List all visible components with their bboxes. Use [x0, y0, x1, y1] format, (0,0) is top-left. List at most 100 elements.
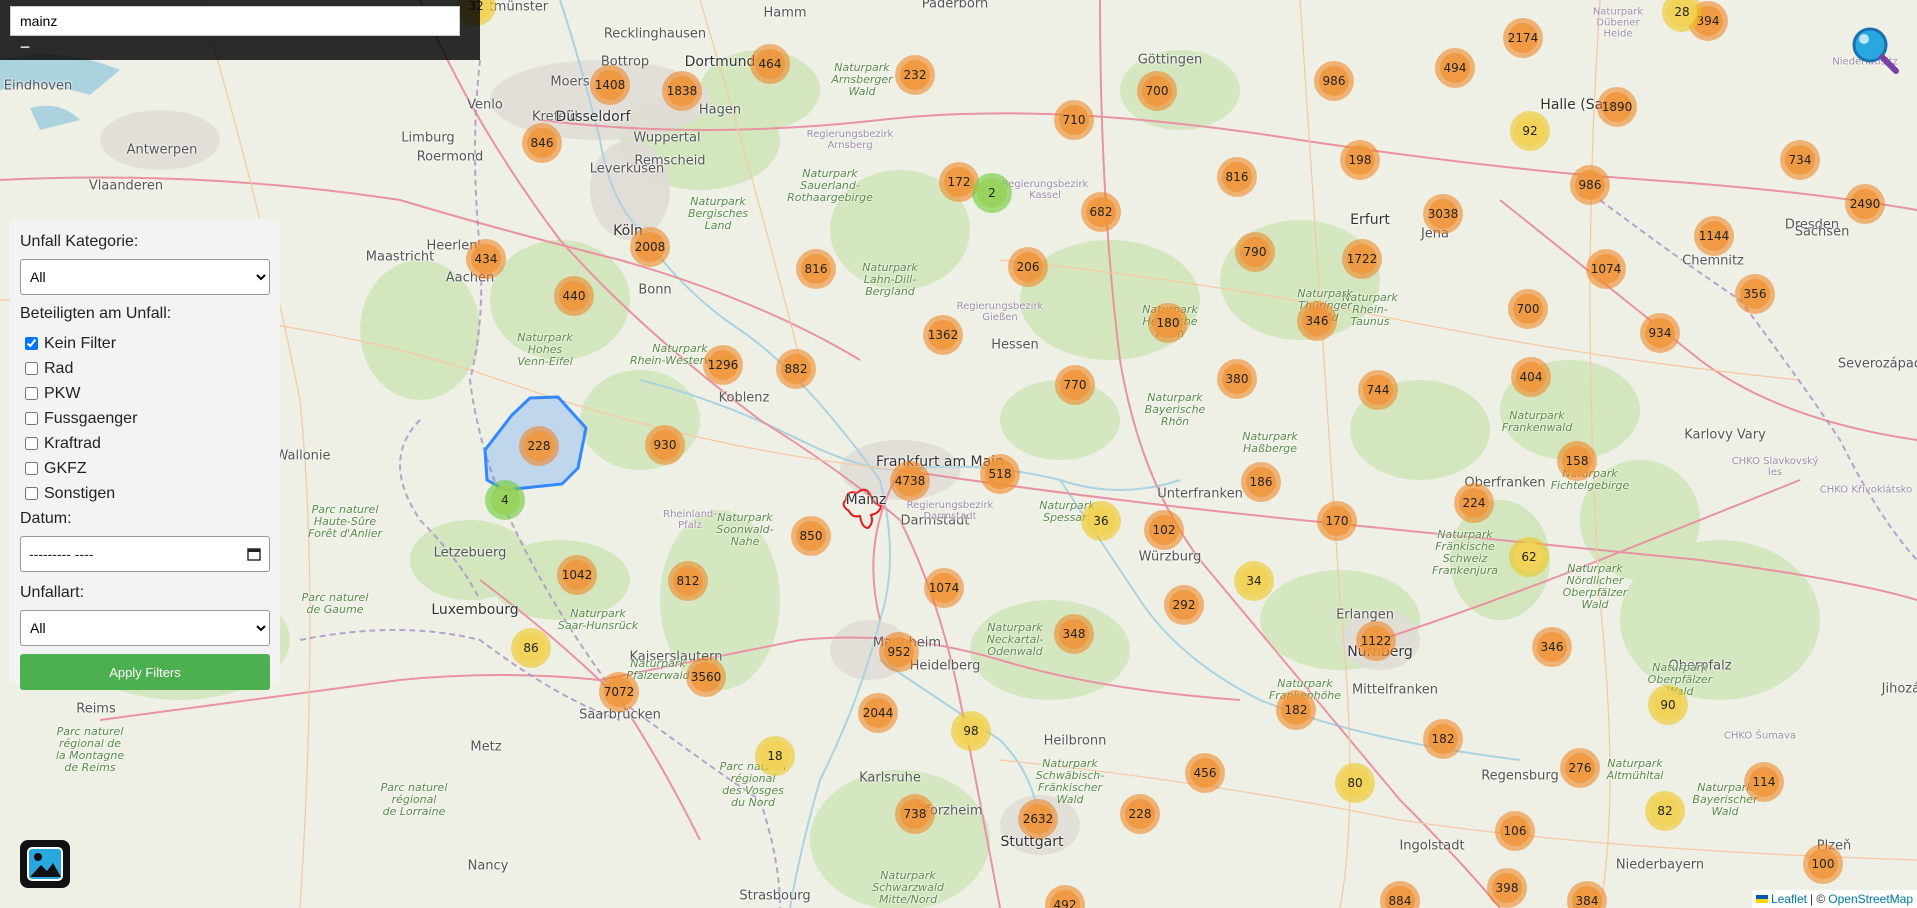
cluster-marker[interactable]: 98 — [951, 711, 991, 751]
cluster-marker[interactable]: 816 — [1217, 157, 1257, 197]
cluster-marker[interactable]: 62 — [1509, 537, 1549, 577]
checkbox-row-kraftrad[interactable]: Kraftrad — [20, 431, 270, 456]
cluster-marker[interactable]: 3560 — [686, 657, 726, 697]
search-input[interactable] — [10, 6, 460, 36]
checkbox-row-pkw[interactable]: PKW — [20, 381, 270, 406]
checkbox-row-kein-filter[interactable]: Kein Filter — [20, 331, 270, 356]
cluster-marker[interactable]: 182 — [1423, 719, 1463, 759]
calendar-icon[interactable] — [247, 547, 261, 561]
cluster-marker[interactable]: 404 — [1511, 357, 1551, 397]
zoom-out-button[interactable]: − — [10, 38, 40, 56]
cluster-marker[interactable]: 2008 — [630, 227, 670, 267]
map-canvas[interactable]: Westmünster Hamm Paderborn Recklinghausen Do… — [0, 0, 1917, 908]
cluster-marker[interactable]: 36 — [1081, 501, 1121, 541]
cluster-marker[interactable]: 100 — [1803, 844, 1843, 884]
category-select[interactable]: All — [20, 259, 270, 295]
cluster-marker[interactable]: 198 — [1340, 140, 1380, 180]
cluster-marker[interactable]: 744 — [1358, 370, 1398, 410]
cluster-marker[interactable]: 102 — [1144, 510, 1184, 550]
cluster-marker[interactable]: 1074 — [924, 568, 964, 608]
cluster-marker[interactable]: 440 — [554, 276, 594, 316]
cluster-marker[interactable]: 770 — [1055, 365, 1095, 405]
magnifier-icon[interactable] — [1850, 25, 1900, 75]
cluster-marker[interactable]: 738 — [895, 794, 935, 834]
checkbox-row-rad[interactable]: Rad — [20, 356, 270, 381]
cluster-marker[interactable]: 682 — [1081, 192, 1121, 232]
cluster-marker[interactable]: 1144 — [1694, 216, 1734, 256]
cluster-marker[interactable]: 1362 — [923, 315, 963, 355]
date-field[interactable]: --------- ---- — [20, 536, 270, 572]
checkbox-row-gkfz[interactable]: GKFZ — [20, 456, 270, 481]
cluster-marker[interactable]: 18 — [755, 736, 795, 776]
cluster-marker[interactable]: 816 — [796, 249, 836, 289]
cluster-marker[interactable]: 986 — [1314, 61, 1354, 101]
checkbox-row-sonstigen[interactable]: Sonstigen — [20, 481, 270, 506]
cluster-marker[interactable]: 2 — [972, 173, 1012, 213]
cluster-marker[interactable]: 812 — [668, 561, 708, 601]
cluster-marker[interactable]: 710 — [1054, 100, 1094, 140]
cluster-marker[interactable]: 106 — [1495, 811, 1535, 851]
cluster-marker[interactable]: 224 — [1454, 483, 1494, 523]
cluster-marker[interactable]: 4 — [485, 480, 525, 520]
cluster-marker[interactable]: 7072 — [599, 672, 639, 712]
cluster-marker[interactable]: 3038 — [1423, 194, 1463, 234]
cluster-marker[interactable]: 90 — [1648, 685, 1688, 725]
image-layer-button[interactable] — [20, 840, 70, 888]
cluster-marker[interactable]: 1042 — [557, 555, 597, 595]
cluster-marker[interactable]: 1122 — [1356, 621, 1396, 661]
checkbox-fussgaenger[interactable] — [25, 412, 38, 425]
cluster-marker[interactable]: 346 — [1532, 627, 1572, 667]
checkbox-gkfz[interactable] — [25, 462, 38, 475]
cluster-marker[interactable]: 2632 — [1018, 799, 1058, 839]
cluster-marker[interactable]: 82 — [1645, 791, 1685, 831]
cluster-marker[interactable]: 1838 — [662, 71, 702, 111]
cluster-marker[interactable]: 1722 — [1342, 239, 1382, 279]
cluster-marker[interactable]: 930 — [645, 425, 685, 465]
cluster-marker[interactable]: 80 — [1335, 763, 1375, 803]
cluster-marker[interactable]: 206 — [1008, 247, 1048, 287]
cluster-marker[interactable]: 92 — [1510, 111, 1550, 151]
cluster-marker[interactable]: 348 — [1054, 614, 1094, 654]
cluster-marker[interactable]: 380 — [1217, 359, 1257, 399]
cluster-marker[interactable]: 934 — [1640, 313, 1680, 353]
checkbox-kein-filter[interactable] — [25, 337, 38, 350]
cluster-marker[interactable]: 2490 — [1845, 184, 1885, 224]
cluster-marker[interactable]: 356 — [1735, 274, 1775, 314]
cluster-marker[interactable]: 986 — [1570, 165, 1610, 205]
leaflet-link[interactable]: Leaflet — [1771, 892, 1807, 906]
cluster-marker[interactable]: 228 — [1120, 794, 1160, 834]
cluster-marker[interactable]: 292 — [1164, 585, 1204, 625]
cluster-marker[interactable]: 34 — [1234, 561, 1274, 601]
cluster-marker[interactable]: 228 — [519, 426, 559, 466]
cluster-marker[interactable]: 494 — [1435, 48, 1475, 88]
cluster-marker[interactable]: 734 — [1780, 140, 1820, 180]
cluster-marker[interactable]: 346 — [1297, 301, 1337, 341]
cluster-marker[interactable]: 790 — [1235, 232, 1275, 272]
cluster-marker[interactable]: 1890 — [1597, 87, 1637, 127]
cluster-marker[interactable]: 398 — [1487, 868, 1527, 908]
checkbox-rad[interactable] — [25, 362, 38, 375]
cluster-marker[interactable]: 114 — [1744, 762, 1784, 802]
cluster-marker[interactable]: 182 — [1276, 690, 1316, 730]
cluster-marker[interactable]: 700 — [1508, 289, 1548, 329]
cluster-marker[interactable]: 86 — [511, 628, 551, 668]
cluster-marker[interactable]: 456 — [1185, 753, 1225, 793]
cluster-marker[interactable]: 4738 — [890, 461, 930, 501]
cluster-marker[interactable]: 434 — [466, 239, 506, 279]
cluster-marker[interactable]: 186 — [1241, 462, 1281, 502]
checkbox-sonstigen[interactable] — [25, 487, 38, 500]
cluster-marker[interactable]: 700 — [1137, 71, 1177, 111]
cluster-marker[interactable]: 846 — [522, 123, 562, 163]
cluster-marker[interactable]: 2174 — [1503, 18, 1543, 58]
accident-type-select[interactable]: All — [20, 610, 270, 646]
apply-filters-button[interactable]: Apply Filters — [20, 654, 270, 690]
cluster-marker[interactable]: 1074 — [1586, 249, 1626, 289]
osm-link[interactable]: OpenStreetMap — [1828, 892, 1913, 906]
cluster-marker[interactable]: 170 — [1317, 501, 1357, 541]
checkbox-row-fussgaenger[interactable]: Fussgaenger — [20, 406, 270, 431]
cluster-marker[interactable]: 850 — [791, 516, 831, 556]
cluster-marker[interactable]: 180 — [1148, 303, 1188, 343]
cluster-marker[interactable]: 882 — [776, 349, 816, 389]
cluster-marker[interactable]: 158 — [1557, 441, 1597, 481]
cluster-marker[interactable]: 2044 — [858, 693, 898, 733]
